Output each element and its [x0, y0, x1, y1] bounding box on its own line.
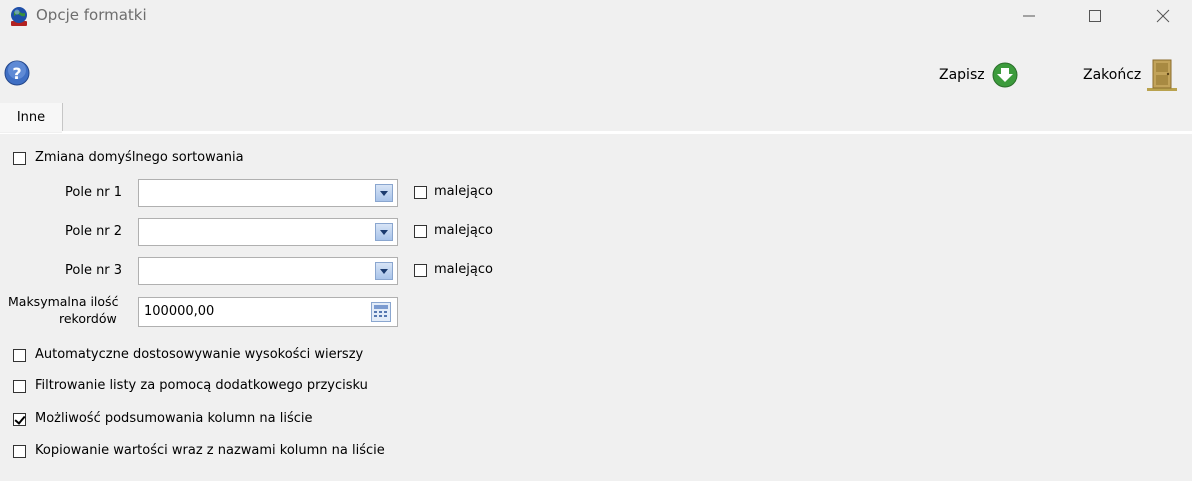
- field-1-descending-checkbox[interactable]: [414, 186, 427, 199]
- exit-button[interactable]: Zakończ: [1083, 59, 1178, 91]
- field-1-combo[interactable]: [138, 179, 398, 207]
- exit-label: Zakończ: [1083, 67, 1142, 83]
- option-copy-with-headers-checkbox[interactable]: [13, 445, 26, 458]
- door-icon: [1147, 59, 1178, 91]
- save-label: Zapisz: [939, 67, 985, 83]
- field-2-label: Pole nr 2: [65, 224, 123, 239]
- chevron-down-icon[interactable]: [375, 262, 393, 280]
- chevron-down-icon[interactable]: [375, 184, 393, 202]
- option-filter-button-checkbox[interactable]: [13, 380, 26, 393]
- sorting-checkbox[interactable]: [13, 152, 26, 165]
- calculator-icon[interactable]: [371, 302, 391, 322]
- tab-inne[interactable]: Inne: [0, 103, 63, 132]
- minimize-button[interactable]: [1006, 0, 1052, 32]
- field-3-combo[interactable]: [138, 257, 398, 285]
- tab-strip: Inne: [0, 103, 1192, 134]
- field-3-descending-checkbox[interactable]: [414, 264, 427, 277]
- field-2-descending-label: malejąco: [434, 223, 493, 238]
- tab-divider: [62, 131, 1192, 133]
- close-icon: [1156, 9, 1170, 23]
- svg-text:?: ?: [12, 64, 21, 83]
- field-2-combo[interactable]: [138, 218, 398, 246]
- option-copy-with-headers-label: Kopiowanie wartości wraz z nazwami kolum…: [35, 443, 385, 458]
- globe-app-icon: [11, 7, 27, 26]
- max-records-label-line2: rekordów: [59, 311, 117, 326]
- field-1-descending-label: malejąco: [434, 184, 493, 199]
- field-2-descending-checkbox[interactable]: [414, 225, 427, 238]
- option-auto-row-height-label: Automatyczne dostosowywanie wysokości wi…: [35, 347, 364, 362]
- option-filter-button-label: Filtrowanie listy za pomocą dodatkowego …: [35, 378, 368, 393]
- max-records-input[interactable]: 100000,00: [138, 297, 398, 327]
- minimize-icon: [1023, 15, 1035, 17]
- close-button[interactable]: [1140, 0, 1186, 32]
- maximize-button[interactable]: [1072, 0, 1118, 32]
- toolbar: ? Zapisz Zakończ: [0, 40, 1192, 106]
- field-3-descending-label: malejąco: [434, 262, 493, 277]
- maximize-icon: [1089, 10, 1101, 22]
- max-records-label-line1: Maksymalna ilość: [8, 294, 119, 309]
- option-auto-row-height-checkbox[interactable]: [13, 349, 26, 362]
- tab-label: Inne: [16, 110, 46, 125]
- max-records-value: 100000,00: [144, 304, 215, 319]
- field-1-label: Pole nr 1: [65, 185, 123, 200]
- calculator-glyph: [374, 305, 388, 317]
- help-icon[interactable]: ?: [4, 60, 30, 86]
- option-column-summary-label: Możliwość podsumowania kolumn na liście: [35, 411, 313, 426]
- option-column-summary-checkbox[interactable]: [13, 413, 26, 426]
- save-button[interactable]: Zapisz: [939, 60, 1019, 90]
- window-title: Opcje formatki: [36, 6, 147, 24]
- field-3-label: Pole nr 3: [65, 263, 123, 278]
- save-arrow-icon: [992, 62, 1018, 88]
- title-bar: Opcje formatki: [0, 0, 1192, 32]
- chevron-down-icon[interactable]: [375, 223, 393, 241]
- sorting-checkbox-label: Zmiana domyślnego sortowania: [35, 150, 244, 165]
